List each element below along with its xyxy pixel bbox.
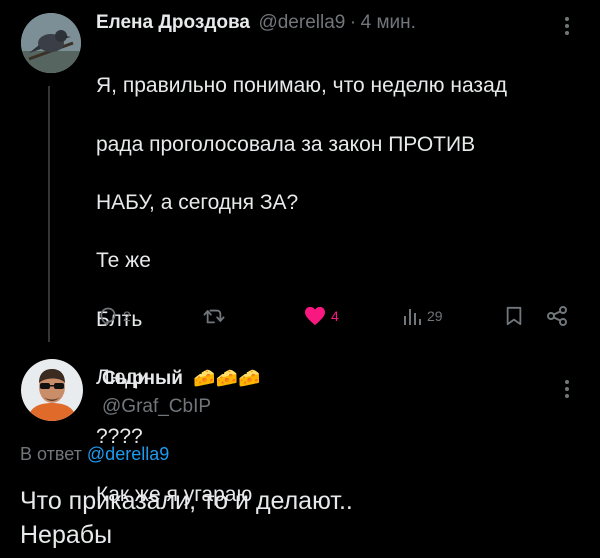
author-name[interactable]: Елена Дроздова <box>96 12 250 33</box>
name-emoji: 🧀🧀🧀 <box>193 368 261 388</box>
avatar-elena[interactable] <box>21 13 81 73</box>
views-icon <box>404 309 421 325</box>
reply-to-prefix: В ответ <box>20 444 82 464</box>
heart-icon <box>305 306 325 326</box>
more-icon[interactable] <box>562 14 572 38</box>
reply-line: Нерабы <box>20 521 113 549</box>
bookmark-button[interactable] <box>505 306 523 331</box>
tweet-time[interactable]: 4 мин. <box>361 12 416 33</box>
reply-more-icon[interactable] <box>562 377 572 401</box>
views-button[interactable]: 29 <box>402 306 443 326</box>
tweet-line: рада проголосовала за закон ПРОТИВ <box>96 132 476 156</box>
reply-header: Сырный 🧀🧀🧀 <box>102 368 261 390</box>
reply-count: 2 <box>123 308 131 324</box>
bird-photo <box>21 13 81 73</box>
reply-to-handle[interactable]: @derella9 <box>87 444 169 464</box>
author-handle[interactable]: @derella9 <box>258 12 345 33</box>
tweet-line: Я, правильно понимаю, что неделю назад <box>96 74 507 98</box>
retweet-button[interactable] <box>203 306 230 326</box>
like-button[interactable]: 4 <box>304 306 339 326</box>
reply-author-name[interactable]: Сырный <box>102 368 183 389</box>
tweet-line: Те же <box>96 249 151 273</box>
share-icon <box>547 306 567 326</box>
reply-author-handle[interactable]: @Graf_CbIP <box>102 396 211 418</box>
bookmark-icon <box>506 306 522 326</box>
thread-line <box>48 86 50 342</box>
tweet-header: Елена Дроздова @derella9 · 4 мин. <box>96 12 416 34</box>
separator: · <box>349 12 357 33</box>
man-photo <box>21 359 83 421</box>
tweet-line: Блть <box>96 307 143 331</box>
like-count: 4 <box>331 308 339 324</box>
reply-text: Что приказали, то и делают.. Нерабы <box>20 484 353 552</box>
retweet-icon <box>203 309 225 324</box>
avatar-graf[interactable] <box>21 359 83 421</box>
share-button[interactable] <box>547 306 567 331</box>
view-count: 29 <box>427 308 443 324</box>
reply-context: В ответ @derella9 <box>20 444 169 465</box>
reply-button[interactable]: 2 <box>98 306 131 326</box>
reply-icon <box>100 307 116 326</box>
tweet-line: НАБУ, а сегодня ЗА? <box>96 191 299 215</box>
reply-line: Что приказали, то и делают.. <box>20 487 353 515</box>
